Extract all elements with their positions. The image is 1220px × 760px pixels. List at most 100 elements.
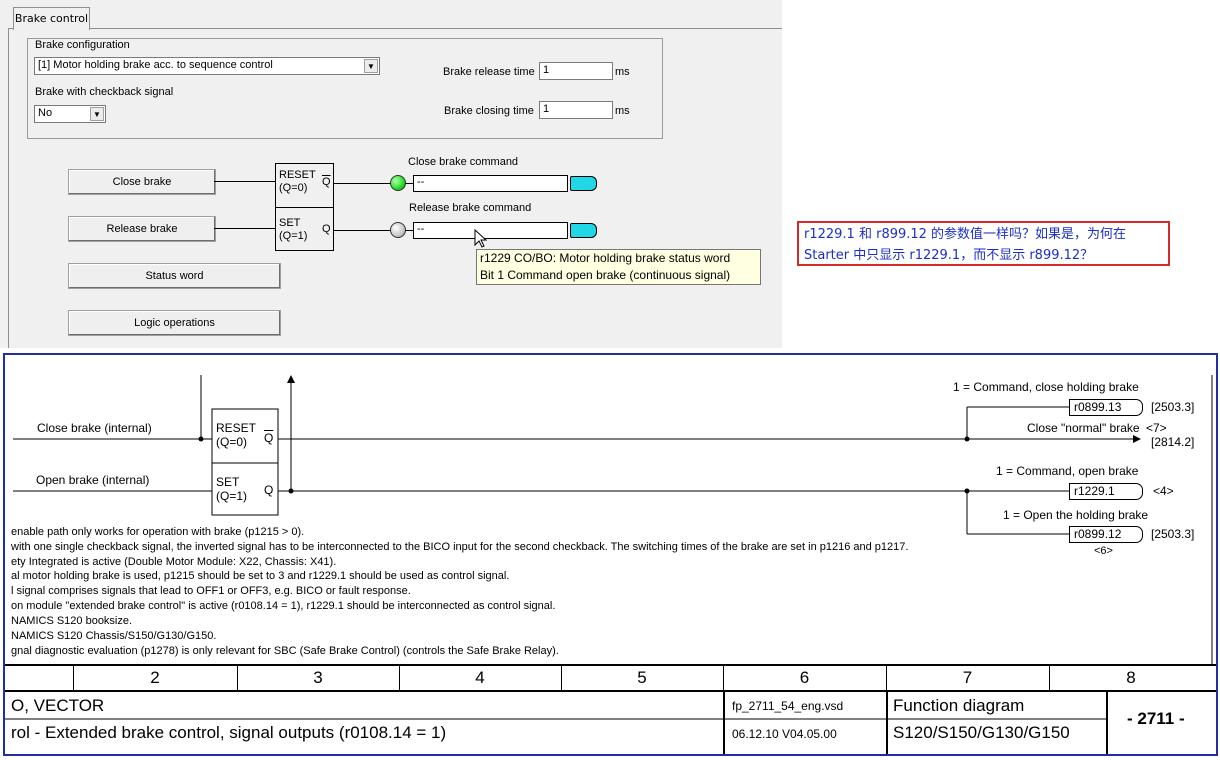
release-brake-button[interactable]: Release brake [68, 216, 216, 242]
brake-control-panel: Brake control Brake configuration [1] Mo… [0, 0, 782, 348]
connector-line [405, 230, 413, 231]
note-line: ety Integrated is active (Double Motor M… [11, 556, 337, 568]
note-line: with one single checkback signal, the in… [11, 541, 909, 553]
note-line: enable path only works for operation wit… [11, 526, 305, 538]
chevron-down-icon[interactable]: ▼ [90, 107, 104, 121]
close-brake-button[interactable]: Close brake [68, 169, 216, 195]
connector-line [214, 181, 276, 182]
release-time-input[interactable]: 1 [539, 62, 613, 80]
function-diagram: Close brake (internal) Open brake (inter… [3, 353, 1218, 756]
tooltip-line1: r1229 CO/BO: Motor holding brake status … [480, 251, 731, 265]
status-word-button[interactable]: Status word [68, 263, 281, 289]
closing-time-input[interactable]: 1 [539, 101, 613, 119]
release-cmd-value: -- [417, 223, 425, 235]
close-cmd-label: Close brake command [408, 156, 519, 168]
release-time-value: 1 [543, 64, 550, 76]
q-bar-label: Q [322, 176, 331, 188]
close-normal-brake-label: Close "normal" brake [1027, 421, 1140, 435]
note-line2: Starter 中只显示 r1229.1，而不显示 r899.12？ [804, 248, 1094, 263]
note-line: NAMICS S120 Chassis/S150/G130/G150. [11, 630, 217, 642]
brake-config-select[interactable]: [1] Motor holding brake acc. to sequence… [34, 57, 380, 75]
mouse-cursor-icon [474, 229, 488, 248]
grid-col-8: 8 [1126, 668, 1136, 687]
reset-sub: (Q=0) [216, 435, 248, 449]
set-sub: (Q=1) [216, 489, 248, 503]
close-cmd-value: -- [417, 176, 425, 188]
connector-line [405, 183, 413, 184]
grid-col-6: 6 [723, 666, 887, 691]
ref-2814-2: [2814.2] [1151, 435, 1195, 449]
brake-config-value: [1] Motor holding brake acc. to sequence… [38, 59, 273, 71]
chevron-down-icon[interactable]: ▼ [364, 59, 378, 73]
cmd-close-holding-label: 1 = Command, close holding brake [953, 380, 1139, 394]
ref-2503-3a: [2503.3] [1151, 400, 1195, 414]
closing-time-label: Brake closing time [444, 105, 534, 117]
set-sub: (Q=1) [279, 230, 308, 242]
set-label: SET [279, 217, 301, 229]
connector-plug-icon[interactable] [570, 223, 597, 238]
logic-operations-button[interactable]: Logic operations [68, 310, 281, 336]
ref-4: <4> [1153, 484, 1174, 498]
reset-label: RESET [216, 421, 257, 435]
param-1229-1-text: r1229.1 [1074, 484, 1115, 498]
footer-title-line1: O, VECTOR [11, 696, 105, 715]
brake-configuration-title: Brake configuration [35, 39, 130, 51]
footer-number: - 2711 - [1127, 709, 1185, 728]
release-time-label: Brake release time [443, 66, 535, 78]
grid-col-5: 5 [561, 666, 724, 691]
connector-line [333, 183, 393, 184]
grid-col-1 [5, 666, 74, 691]
tooltip: r1229 CO/BO: Motor holding brake status … [476, 249, 761, 285]
set-label: SET [216, 475, 240, 489]
param-0899-12-text: r0899.12 [1074, 527, 1122, 541]
closing-time-value: 1 [543, 103, 550, 115]
block-divider [276, 207, 333, 208]
release-cmd-output[interactable]: -- [413, 222, 568, 239]
reset-label: RESET [279, 169, 316, 181]
note-line: on module "extended brake control" is ac… [11, 600, 556, 612]
connector-plug-icon[interactable] [570, 176, 597, 191]
tab-brake-control[interactable]: Brake control [13, 7, 90, 30]
release-brake-led-icon [390, 222, 406, 238]
reset-sub: (Q=0) [279, 182, 308, 194]
ref-7: <7> [1146, 421, 1167, 435]
footer-function-diagram: Function diagram [893, 696, 1025, 715]
connector-line [214, 228, 276, 229]
ref-2503-3b: [2503.3] [1151, 527, 1195, 541]
closing-time-unit: ms [615, 105, 630, 117]
question-note: r1229.1 和 r899.12 的参数值一样吗？如果是，为何在 Starte… [797, 221, 1170, 266]
tooltip-line2: Bit 1 Command open brake (continuous sig… [480, 268, 731, 282]
note-line1: r1229.1 和 r899.12 的参数值一样吗？如果是，为何在 [804, 227, 1127, 242]
param-0899-12[interactable]: r0899.12 [1069, 526, 1143, 543]
release-cmd-label: Release brake command [409, 202, 532, 214]
footer-file: fp_2711_54_eng.vsd [732, 699, 844, 713]
open-holding-label: 1 = Open the holding brake [1003, 508, 1149, 522]
q-label: Q [322, 223, 331, 235]
note-line: NAMICS S120 booksize. [11, 615, 133, 627]
footer-date: 06.12.10 V04.05.00 [732, 727, 837, 741]
grid-col-4: 4 [399, 666, 562, 691]
q-bar-label: Q [264, 431, 274, 445]
q-label: Q [264, 483, 274, 497]
checkback-label: Brake with checkback signal [35, 86, 174, 98]
param-0899-13[interactable]: r0899.13 [1069, 399, 1143, 416]
grid-col-3: 3 [237, 666, 400, 691]
ref-6: <6> [1094, 545, 1113, 557]
close-cmd-output[interactable]: -- [413, 175, 568, 192]
param-1229-1[interactable]: r1229.1 [1069, 483, 1143, 500]
param-0899-13-text: r0899.13 [1074, 400, 1122, 414]
footer-title-line2: rol - Extended brake control, signal out… [11, 723, 447, 742]
footer-devices: S120/S150/G130/G150 [893, 723, 1070, 742]
release-time-unit: ms [615, 66, 630, 78]
grid-col-7: 7 [886, 666, 1050, 691]
grid-col-2: 2 [73, 666, 238, 691]
note-line: al motor holding brake is used, p1215 sh… [11, 570, 510, 582]
open-brake-internal-label: Open brake (internal) [36, 473, 150, 487]
note-line: gnal diagnostic evaluation (p1278) is on… [11, 645, 559, 657]
checkback-select[interactable]: No ▼ [34, 105, 106, 123]
close-brake-led-icon [390, 175, 406, 191]
connector-line [333, 230, 393, 231]
checkback-value: No [38, 107, 53, 119]
diagram-lines [5, 375, 1216, 754]
cmd-open-label: 1 = Command, open brake [996, 464, 1139, 478]
